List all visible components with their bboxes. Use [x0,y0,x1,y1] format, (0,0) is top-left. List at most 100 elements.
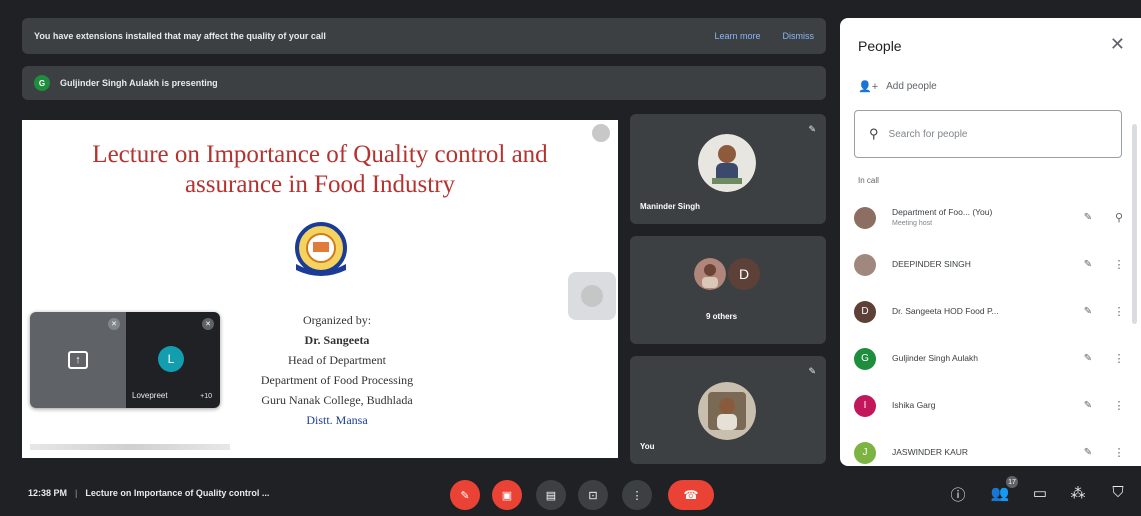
college-emblem-icon [295,222,347,276]
host-controls-icon[interactable]: ⛉ [1108,484,1128,501]
presenting-bar: G Guljinder Singh Aulakh is presenting [22,66,826,100]
dismiss-button[interactable]: Dismiss [783,31,815,41]
mic-off-icon: ✎ [460,489,470,502]
more-options-icon[interactable]: ⋮ [1112,258,1126,271]
more-options-button[interactable]: ⋮ [622,480,652,510]
add-person-icon: 👤+ [858,81,879,93]
participant-tile-maninder[interactable]: ✎ Maninder Singh [630,114,826,224]
participant-name: 9 others [706,312,738,321]
avatar: J [854,441,876,464]
add-people-label: Add people [886,81,937,92]
organizer-district: Distt. Mansa [306,413,368,427]
slide-title-line2: assurance in Food Industry [184,171,456,198]
avatar [698,134,756,192]
participant-name: Ishika Garg [892,400,936,410]
search-placeholder: Search for people [888,128,968,140]
meeting-title: Lecture on Importance of Quality control… [85,488,270,498]
mic-off-icon: ✎ [1083,353,1093,364]
present-screen-icon: ⊡ [588,489,598,502]
next-slide-button[interactable] [568,272,616,320]
participant-name: You [640,442,655,451]
list-item[interactable]: I Ishika Garg ✎ ⋮ [854,382,1126,429]
list-item[interactable]: DEEPINDER SINGH ✎ ⋮ [854,241,1126,288]
slide-thumbnail-strip [30,444,230,450]
panel-title: People [858,38,902,54]
mic-off-icon: ✎ [808,124,816,134]
present-screen-icon: ↑ [68,351,88,369]
search-icon: ⚲ [869,126,879,141]
organizer-department: Department of Food Processing [260,373,414,387]
mic-off-icon: ✎ [1083,306,1093,317]
learn-more-link[interactable]: Learn more [714,31,760,41]
presenter-avatar: G [34,75,50,91]
control-bar: 12:38 PM | Lecture on Importance of Qualit… [0,470,1141,516]
circle-icon [581,285,603,307]
list-item[interactable]: D Dr. Sangeeta HOD Food P... ✎ ⋮ [854,288,1126,335]
participant-tile-you[interactable]: ✎ You [630,356,826,464]
mic-off-icon: ✎ [808,366,816,376]
close-icon[interactable]: ✕ [1110,34,1125,55]
people-icon[interactable]: 👥 [990,484,1010,502]
participant-tile-others[interactable]: D 9 others [630,236,826,344]
list-item[interactable]: J JASWINDER KAUR ✎ ⋮ [854,429,1126,476]
participant-name: Department of Foo... (You) [892,206,993,217]
participant-name: Dr. Sangeeta HOD Food P... [892,306,999,316]
participant-tile-lovepreet[interactable]: ✕ L Lovepreet +10 [126,312,220,408]
chat-icon[interactable]: ▭ [1030,484,1050,502]
self-view-tiles: ✕ ↑ ✕ L Lovepreet +10 [30,312,220,408]
present-button[interactable]: ⊡ [578,480,608,510]
organized-by: Organized by: [302,313,372,327]
activities-icon[interactable]: ⁂ [1068,484,1088,502]
more-options-icon[interactable]: ⋮ [1112,446,1126,459]
banner-message: You have extensions installed that may a… [34,31,326,41]
more-options-icon[interactable]: ⋮ [1112,399,1126,412]
mic-off-icon: ✕ [202,318,214,330]
avatar [698,382,756,440]
mic-off-icon: ✎ [1083,259,1093,270]
meeting-time: 12:38 PM [28,488,68,498]
avatar: I [854,394,876,417]
search-input[interactable]: ⚲ Search for people [854,110,1122,158]
organizer-college: Guru Nanak College, Budhlada [261,393,413,407]
section-label: In call [858,176,879,185]
organizer-name: Dr. Sangeeta [304,333,370,347]
avatar [854,253,876,276]
camera-toggle-button[interactable]: ▣ [492,480,522,510]
participant-name: Maninder Singh [640,202,700,211]
avatar [694,258,726,290]
add-people-button[interactable]: 👤+ Add people [858,80,937,93]
participant-role: Meeting host [892,219,933,227]
people-panel: People ✕ 👤+ Add people ⚲ Search for peop… [840,18,1141,466]
list-item[interactable]: Department of Foo... (You) Meeting host … [854,194,1126,241]
participant-name: DEEPINDER SINGH [892,259,971,269]
meeting-info: 12:38 PM | Lecture on Importance of Qualit… [28,488,269,498]
slide-title-line1: Lecture on Importance of Quality control… [92,141,548,168]
captions-button[interactable]: ▤ [536,480,566,510]
divider: | [75,488,78,498]
scrollbar[interactable] [1132,124,1137,324]
avatar: D [728,258,760,290]
more-options-icon: ⋮ [631,489,643,502]
participant-list: Department of Foo... (You) Meeting host … [854,194,1126,476]
mic-toggle-button[interactable]: ✎ [450,480,480,510]
hang-up-icon: ☎ [683,488,699,502]
mic-off-icon: ✎ [1083,212,1093,223]
mic-off-icon: ✎ [1083,447,1093,458]
captions-icon: ▤ [545,489,557,502]
slide-title: Lecture on Importance of Quality control… [22,140,618,200]
meeting-details-icon[interactable]: ⓘ [948,484,968,505]
end-call-button[interactable]: ☎ [668,480,714,510]
participant-name: JASWINDER KAUR [892,447,969,457]
more-options-icon[interactable]: ⋮ [1112,352,1126,365]
presenting-text: Guljinder Singh Aulakh is presenting [60,78,218,88]
participant-count-badge: 17 [1006,476,1018,488]
participant-name: Guljinder Singh Aulakh [892,353,979,363]
presenting-tile[interactable]: ✕ ↑ [30,312,126,408]
mic-off-icon: ✕ [108,318,120,330]
list-item[interactable]: G Guljinder Singh Aulakh ✎ ⋮ [854,335,1126,382]
pin-icon[interactable]: ⚲ [1112,211,1126,224]
more-options-icon[interactable]: ⋮ [1112,305,1126,318]
organizer-designation: Head of Department [288,353,386,367]
avatar: D [854,300,876,323]
avatar: G [854,347,876,370]
